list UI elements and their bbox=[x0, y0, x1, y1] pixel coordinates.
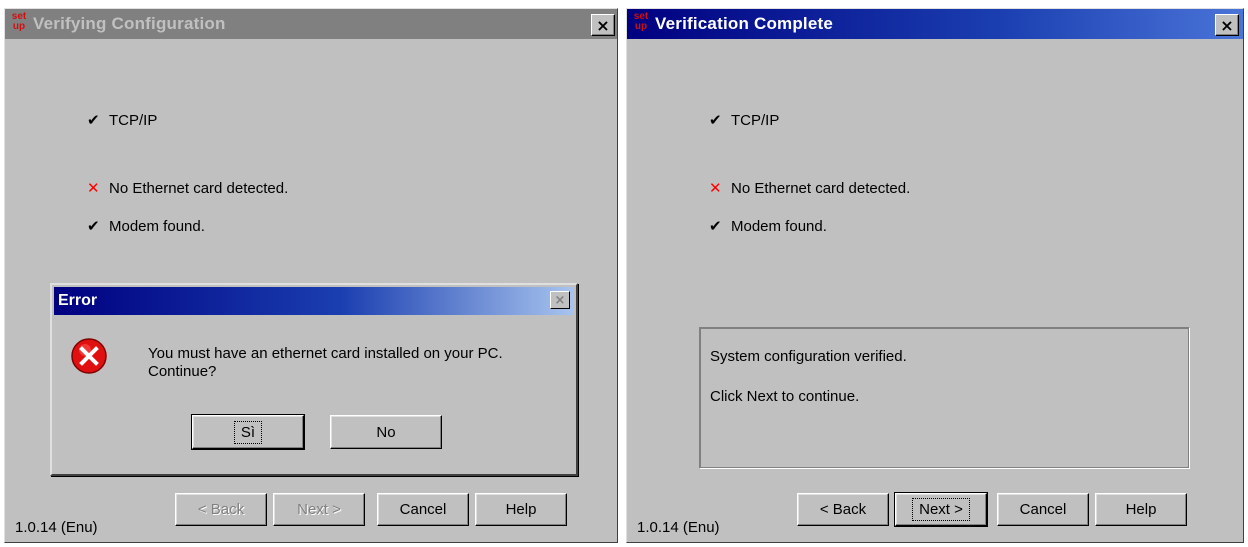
check-item-label: No Ethernet card detected. bbox=[109, 179, 289, 197]
verification-complete-window: set up Verification Complete × ✔ TCP/IP … bbox=[626, 8, 1244, 543]
cancel-button[interactable]: Cancel bbox=[997, 493, 1089, 526]
cancel-button[interactable]: Cancel bbox=[377, 493, 469, 526]
version-label: 1.0.14 (Enu) bbox=[15, 519, 98, 536]
close-button[interactable]: × bbox=[591, 14, 615, 36]
title-bar[interactable]: set up Verifying Configuration × bbox=[5, 9, 617, 39]
next-button[interactable]: Next > bbox=[894, 492, 988, 527]
error-dialog: Error × You must have an ethernet card i… bbox=[50, 283, 578, 476]
help-button[interactable]: Help bbox=[475, 493, 567, 526]
no-button[interactable]: No bbox=[330, 415, 442, 449]
help-button[interactable]: Help bbox=[1095, 493, 1187, 526]
checkmark-icon: ✔ bbox=[709, 111, 722, 129]
check-item-label: TCP/IP bbox=[109, 111, 158, 129]
check-item-label: No Ethernet card detected. bbox=[731, 179, 911, 197]
close-icon: × bbox=[1220, 15, 1234, 35]
checkmark-icon: ✔ bbox=[709, 217, 722, 235]
setup-app-icon: set up bbox=[633, 11, 649, 32]
x-mark-icon: ✕ bbox=[709, 179, 722, 197]
verified-message: System configuration verified. bbox=[710, 348, 907, 365]
dialog-message: You must have an ethernet card installed… bbox=[148, 345, 503, 380]
verification-message-box: System configuration verified. Click Nex… bbox=[699, 327, 1189, 468]
check-item-tcpip: ✔ TCP/IP bbox=[709, 111, 779, 129]
error-icon bbox=[71, 338, 107, 374]
check-item-modem: ✔ Modem found. bbox=[709, 217, 827, 235]
checkmark-icon: ✔ bbox=[87, 217, 100, 235]
back-button[interactable]: < Back bbox=[797, 493, 889, 526]
checkmark-icon: ✔ bbox=[87, 111, 100, 129]
dialog-close-button[interactable]: × bbox=[550, 291, 570, 309]
check-item-tcpip: ✔ TCP/IP bbox=[87, 111, 157, 129]
check-item-modem: ✔ Modem found. bbox=[87, 217, 205, 235]
title-bar[interactable]: set up Verification Complete × bbox=[627, 9, 1243, 39]
yes-button[interactable]: Sì bbox=[191, 414, 305, 450]
check-item-label: Modem found. bbox=[731, 217, 827, 235]
close-icon: × bbox=[596, 15, 610, 35]
window-title: Verifying Configuration bbox=[33, 14, 226, 33]
continue-instruction: Click Next to continue. bbox=[710, 388, 860, 405]
check-item-label: Modem found. bbox=[109, 217, 205, 235]
dialog-title-bar[interactable]: Error bbox=[54, 287, 574, 315]
back-button[interactable]: < Back bbox=[175, 493, 267, 526]
version-label: 1.0.14 (Enu) bbox=[637, 519, 720, 536]
dialog-title: Error bbox=[58, 292, 98, 309]
close-icon: × bbox=[554, 292, 566, 308]
check-item-ethernet: ✕ No Ethernet card detected. bbox=[87, 179, 288, 197]
check-item-label: TCP/IP bbox=[731, 111, 780, 129]
setup-app-icon: set up bbox=[11, 11, 27, 32]
next-button[interactable]: Next > bbox=[273, 493, 365, 526]
close-button[interactable]: × bbox=[1215, 14, 1239, 36]
window-title: Verification Complete bbox=[655, 14, 834, 33]
x-mark-icon: ✕ bbox=[87, 179, 100, 197]
check-item-ethernet: ✕ No Ethernet card detected. bbox=[709, 179, 910, 197]
